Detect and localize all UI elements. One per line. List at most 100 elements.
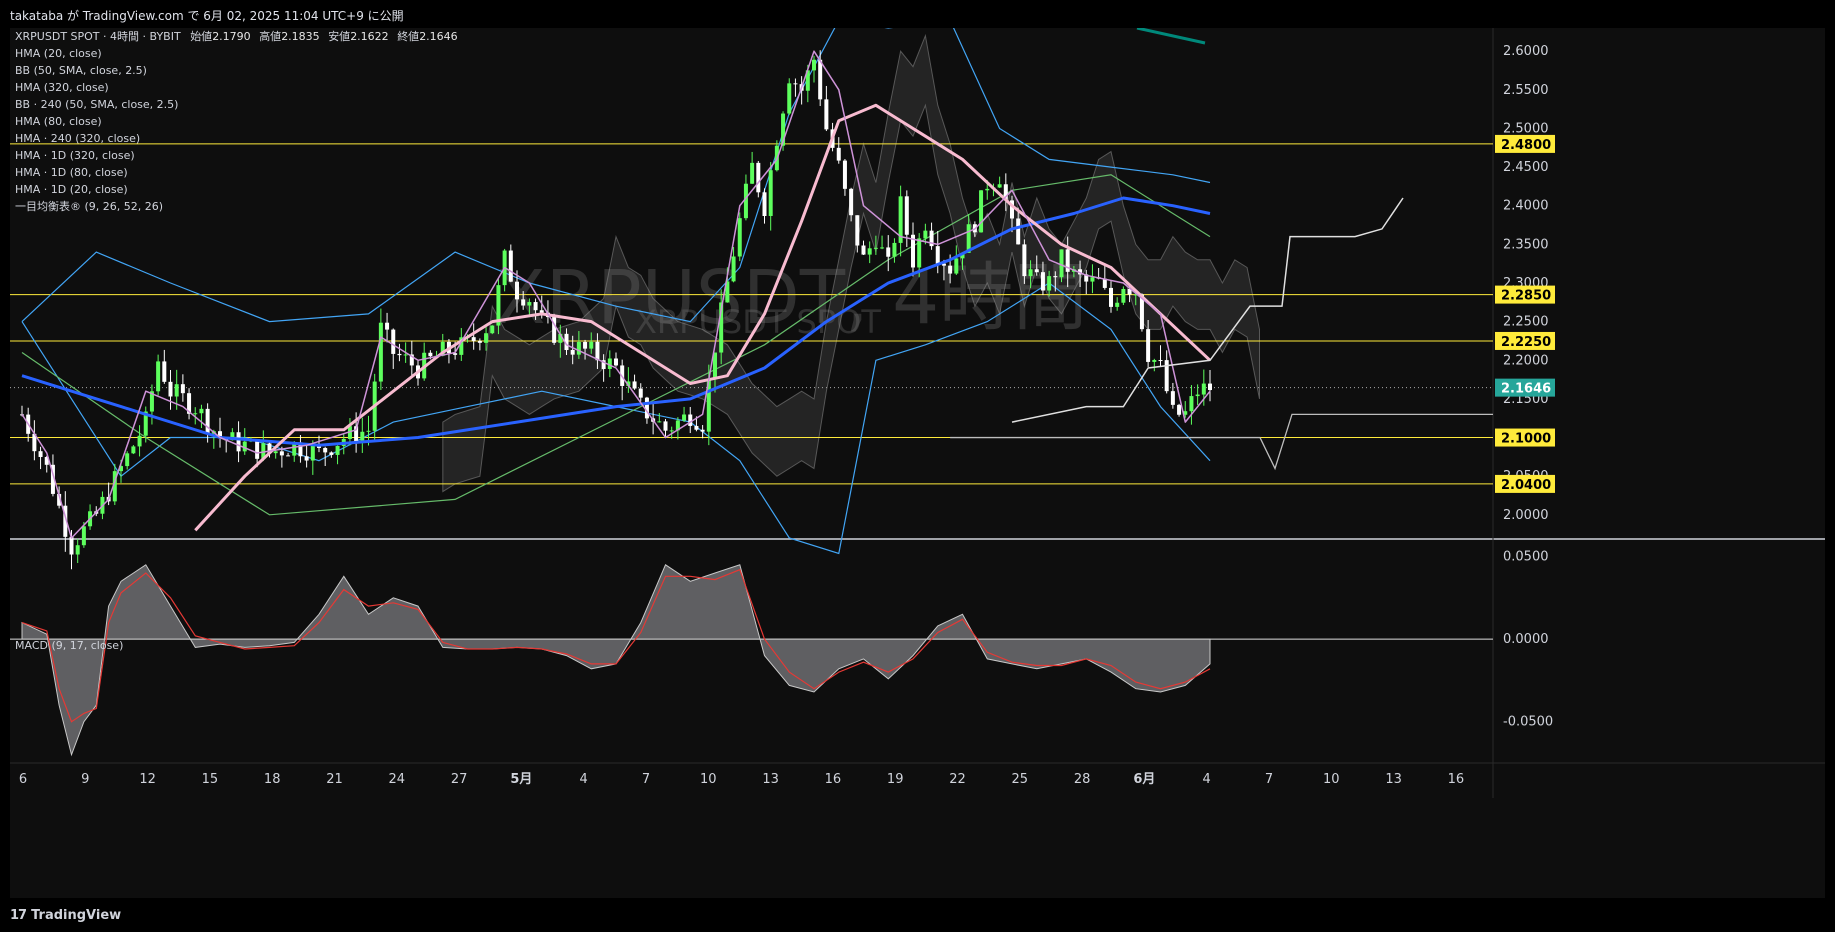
y-tick-label: 2.2000: [1503, 353, 1549, 368]
candle-body: [892, 242, 897, 257]
x-tick-label: 27: [451, 772, 468, 787]
indicator-legend-item[interactable]: 一目均衡表® (9, 26, 52, 26): [15, 198, 458, 215]
candle-body: [750, 162, 755, 184]
candle-body: [385, 322, 390, 330]
macd-legend[interactable]: MACD (9, 17, close): [15, 637, 123, 654]
indicator-legend-item[interactable]: HMA (320, close): [15, 79, 458, 96]
candle-body: [694, 425, 699, 430]
x-tick-label: 13: [762, 772, 779, 787]
x-tick-label: 16: [1448, 772, 1465, 787]
candle-body: [310, 445, 315, 461]
price-level-tag-text: 2.2850: [1501, 289, 1551, 304]
candle-body: [1028, 269, 1033, 277]
candle-body: [236, 432, 241, 452]
candle-body: [855, 215, 860, 246]
candle-body: [644, 397, 649, 419]
candle-body: [162, 361, 167, 382]
publish-header: takataba が TradingView.com で 6月 02, 2025…: [0, 0, 1835, 28]
candle-body: [880, 247, 885, 249]
x-tick-label: 16: [825, 772, 842, 787]
x-tick-label: 25: [1012, 772, 1029, 787]
candle-body: [768, 170, 773, 217]
candle-body: [304, 456, 309, 461]
y-tick-label: 2.6000: [1503, 44, 1549, 59]
candle-body: [69, 536, 74, 555]
indicator-legend-item[interactable]: HMA · 1D (20, close): [15, 181, 458, 198]
macd-area: [21, 564, 1211, 757]
indicator-legend-item[interactable]: HMA (80, close): [15, 113, 458, 130]
indicator-legend-item[interactable]: HMA (20, close): [15, 45, 458, 62]
candle-body: [1109, 287, 1113, 307]
y-tick-label: 2.5000: [1503, 121, 1549, 136]
ohlc-high-value: 2.1835: [281, 30, 320, 43]
candle-body: [391, 329, 396, 354]
y-tick-label: 2.4500: [1503, 160, 1549, 175]
indicator-legend-item[interactable]: HMA · 1D (320, close): [15, 147, 458, 164]
candle-body: [985, 188, 990, 191]
indicator-legend-item[interactable]: BB · 240 (50, SMA, close, 2.5): [15, 96, 458, 113]
candle-body: [428, 352, 433, 357]
candle-body: [81, 526, 86, 546]
candle-body: [174, 384, 179, 397]
candle-body: [867, 248, 872, 255]
candle-body: [818, 59, 823, 100]
candle-body: [1152, 360, 1157, 362]
candle-body: [378, 322, 383, 382]
candle-body: [533, 302, 538, 311]
macd-y-tick-label: 0.0500: [1503, 550, 1549, 565]
candle-body: [787, 83, 792, 114]
tradingview-logo[interactable]: 17 TradingView: [10, 908, 121, 923]
x-tick-label: 5月: [510, 772, 532, 787]
candle-body: [861, 245, 866, 255]
candle-body: [156, 361, 161, 392]
symbol-label: XRPUSDT SPOT · 4時間 · BYBIT: [15, 30, 181, 43]
y-tick-label: 2.2500: [1503, 315, 1549, 330]
x-tick-label: 6: [19, 772, 27, 787]
legend-symbol-row[interactable]: XRPUSDT SPOT · 4時間 · BYBIT 始値2.1790 高値2.…: [15, 28, 458, 45]
candle-body: [1090, 277, 1095, 282]
candle-body: [688, 414, 693, 426]
candle-body: [812, 59, 816, 71]
indicator-legend-item[interactable]: BB (50, SMA, close, 2.5): [15, 62, 458, 79]
candle-body: [329, 452, 334, 455]
chart-frame[interactable]: XRPUSDT, 4時間 XRPUSDT SPOT 2.6000 2.5500 2.…: [10, 28, 1825, 898]
x-tick-label: 13: [1385, 772, 1402, 787]
candle-body: [515, 281, 519, 300]
candle-body: [886, 247, 891, 257]
macd-y-tick-label: -0.0500: [1503, 715, 1553, 730]
x-tick-label: 24: [389, 772, 406, 787]
current-price-tag-text: 2.1646: [1501, 382, 1551, 397]
candle-body: [484, 333, 489, 343]
x-tick-label: 9: [81, 772, 89, 787]
x-tick-label: 18: [264, 772, 281, 787]
candle-body: [632, 381, 637, 389]
indicator-legend-item[interactable]: HMA · 1D (80, close): [15, 164, 458, 181]
ohlc-close-label: 終値: [397, 30, 420, 43]
x-tick-label: 7: [642, 772, 650, 787]
candle-body: [255, 439, 260, 459]
candle-body: [75, 545, 80, 555]
x-tick-label: 10: [1323, 772, 1340, 787]
x-tick-label: 28: [1074, 772, 1091, 787]
candle-body: [997, 184, 1002, 188]
ichimoku-cloud: [442, 33, 1260, 493]
tradingview-logo-text: TradingView: [31, 908, 122, 923]
x-tick-label: 22: [949, 772, 966, 787]
candle-body: [954, 258, 959, 274]
candle-body: [614, 358, 618, 366]
price-level-tag-text: 2.2250: [1501, 335, 1551, 350]
candle-body: [199, 408, 204, 414]
candle-body: [731, 256, 736, 282]
price-level-tag-text: 2.0400: [1501, 478, 1551, 493]
price-level-tag-text: 2.1000: [1501, 432, 1551, 447]
candle-body: [663, 421, 668, 431]
candle-body: [125, 453, 130, 467]
candle-body: [935, 246, 940, 264]
candle-body: [682, 414, 687, 421]
candle-body: [477, 340, 482, 343]
legend: XRPUSDT SPOT · 4時間 · BYBIT 始値2.1790 高値2.…: [15, 28, 458, 215]
candle-body: [1053, 276, 1058, 278]
indicator-legend-item[interactable]: HMA · 240 (320, close): [15, 130, 458, 147]
ohlc-low-value: 2.1622: [350, 30, 389, 43]
candle-body: [700, 429, 705, 432]
